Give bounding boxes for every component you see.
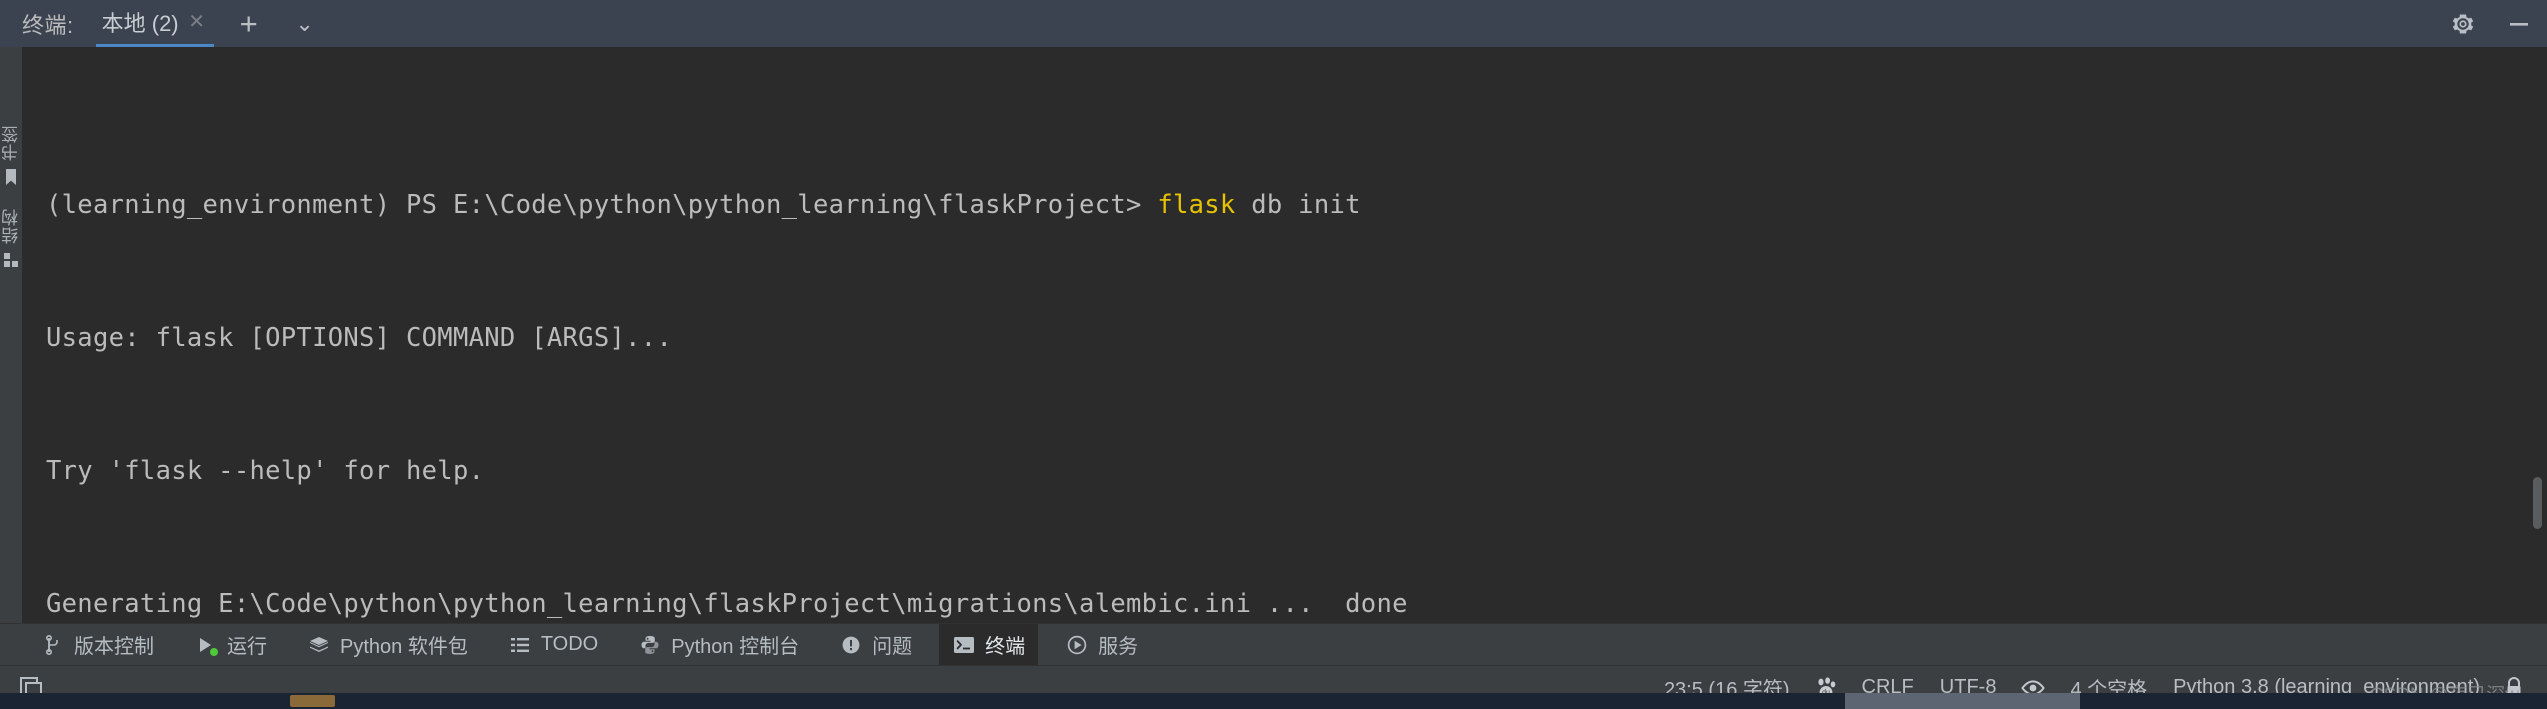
tab-terminal[interactable]: 终端 bbox=[939, 624, 1039, 665]
terminal-output-panel[interactable]: (learning_environment) PS E:\Code\python… bbox=[22, 47, 2547, 623]
terminal-line: (learning_environment) PS E:\Code\python… bbox=[46, 189, 2547, 222]
window-bottom-band bbox=[0, 693, 2547, 709]
tab-services[interactable]: 服务 bbox=[1052, 624, 1151, 665]
tab-services-label: 服务 bbox=[1098, 636, 1139, 658]
tab-python-console-label: Python 控制台 bbox=[671, 636, 800, 658]
terminal-scrollbar[interactable] bbox=[2533, 47, 2542, 623]
tab-todo[interactable]: TODO bbox=[495, 624, 611, 665]
tabbar-right-group bbox=[2435, 0, 2547, 47]
terminal-segment: Try 'flask --help' for help. bbox=[46, 456, 485, 487]
sidebar-item-bookmarks[interactable]: 书签 bbox=[0, 125, 24, 186]
terminal-scrollbar-thumb[interactable] bbox=[2533, 477, 2542, 529]
tool-window-bar: 版本控制 运行 Python 软件包 TODO Python 控制台 问题 终端… bbox=[0, 623, 2547, 665]
terminal-segment-command: flask bbox=[1157, 189, 1236, 220]
terminal-segment: (learning_environment) PS E:\Code\python… bbox=[46, 189, 1158, 220]
tab-version-control-label: 版本控制 bbox=[74, 636, 154, 658]
terminal-line: Generating E:\Code\python\python_learnin… bbox=[46, 588, 2547, 621]
terminal-segment: db init bbox=[1235, 189, 1361, 220]
tab-run-label: 运行 bbox=[227, 636, 267, 658]
terminal-text: (learning_environment) PS E:\Code\python… bbox=[22, 47, 2547, 623]
services-play-icon bbox=[1065, 634, 1089, 656]
tab-local-2[interactable]: 本地 (2) ✕ bbox=[95, 0, 214, 47]
terminal-line: Usage: flask [OPTIONS] COMMAND [ARGS]... bbox=[46, 322, 2547, 355]
packages-icon bbox=[307, 634, 331, 656]
minimize-icon[interactable] bbox=[2491, 0, 2547, 47]
terminal-tabbar: 终端: 本地 (2) ✕ + ⌄ bbox=[0, 0, 2547, 47]
tab-todo-label: TODO bbox=[540, 633, 599, 655]
sidebar-item-structure-label: 结构 bbox=[1, 208, 21, 244]
structure-icon bbox=[4, 253, 18, 267]
tab-terminal-label: 终端 bbox=[985, 636, 1026, 658]
run-icon bbox=[194, 634, 218, 656]
gear-icon[interactable] bbox=[2435, 0, 2491, 47]
bottom-band-marker bbox=[290, 695, 335, 707]
todo-list-icon bbox=[508, 634, 532, 656]
tab-problems[interactable]: 问题 bbox=[826, 624, 925, 665]
tabbar-left-group: 终端: 本地 (2) ✕ + ⌄ bbox=[22, 0, 328, 47]
bottom-band-scroll-thumb[interactable] bbox=[1845, 693, 2080, 709]
tab-local-2-label: 本地 (2) bbox=[101, 11, 179, 36]
terminal-line: Try 'flask --help' for help. bbox=[46, 455, 2547, 488]
sidebar-item-bookmarks-label: 书签 bbox=[1, 125, 21, 161]
python-icon bbox=[638, 634, 662, 656]
add-terminal-tab-icon[interactable]: + bbox=[226, 8, 272, 39]
sidebar-item-structure[interactable]: 结构 bbox=[0, 208, 24, 269]
terminal-segment: Generating E:\Code\python\python_learnin… bbox=[46, 589, 1408, 620]
tab-run[interactable]: 运行 bbox=[181, 624, 280, 665]
tab-python-console[interactable]: Python 控制台 bbox=[625, 624, 812, 665]
tab-python-packages[interactable]: Python 软件包 bbox=[294, 624, 481, 665]
chevron-down-icon[interactable]: ⌄ bbox=[282, 12, 328, 35]
tab-version-control[interactable]: 版本控制 bbox=[28, 624, 167, 665]
bookmark-icon bbox=[6, 169, 16, 185]
warning-icon bbox=[839, 634, 863, 656]
main-body: 书签 结构 (learning_environment) PS E:\Code\… bbox=[0, 47, 2547, 623]
pycharm-terminal-window: 终端: 本地 (2) ✕ + ⌄ 书签 结构 (learning_environ… bbox=[0, 0, 2547, 709]
terminal-icon bbox=[952, 634, 976, 656]
close-icon[interactable]: ✕ bbox=[186, 12, 208, 32]
branch-icon bbox=[41, 634, 65, 656]
tab-problems-label: 问题 bbox=[872, 636, 913, 658]
terminal-panel-label: 终端: bbox=[22, 12, 74, 38]
run-status-dot bbox=[210, 647, 218, 656]
terminal-segment: Usage: flask [OPTIONS] COMMAND [ARGS]... bbox=[46, 323, 673, 354]
left-tool-strip: 书签 结构 bbox=[0, 47, 22, 623]
tab-python-packages-label: Python 软件包 bbox=[340, 636, 468, 658]
